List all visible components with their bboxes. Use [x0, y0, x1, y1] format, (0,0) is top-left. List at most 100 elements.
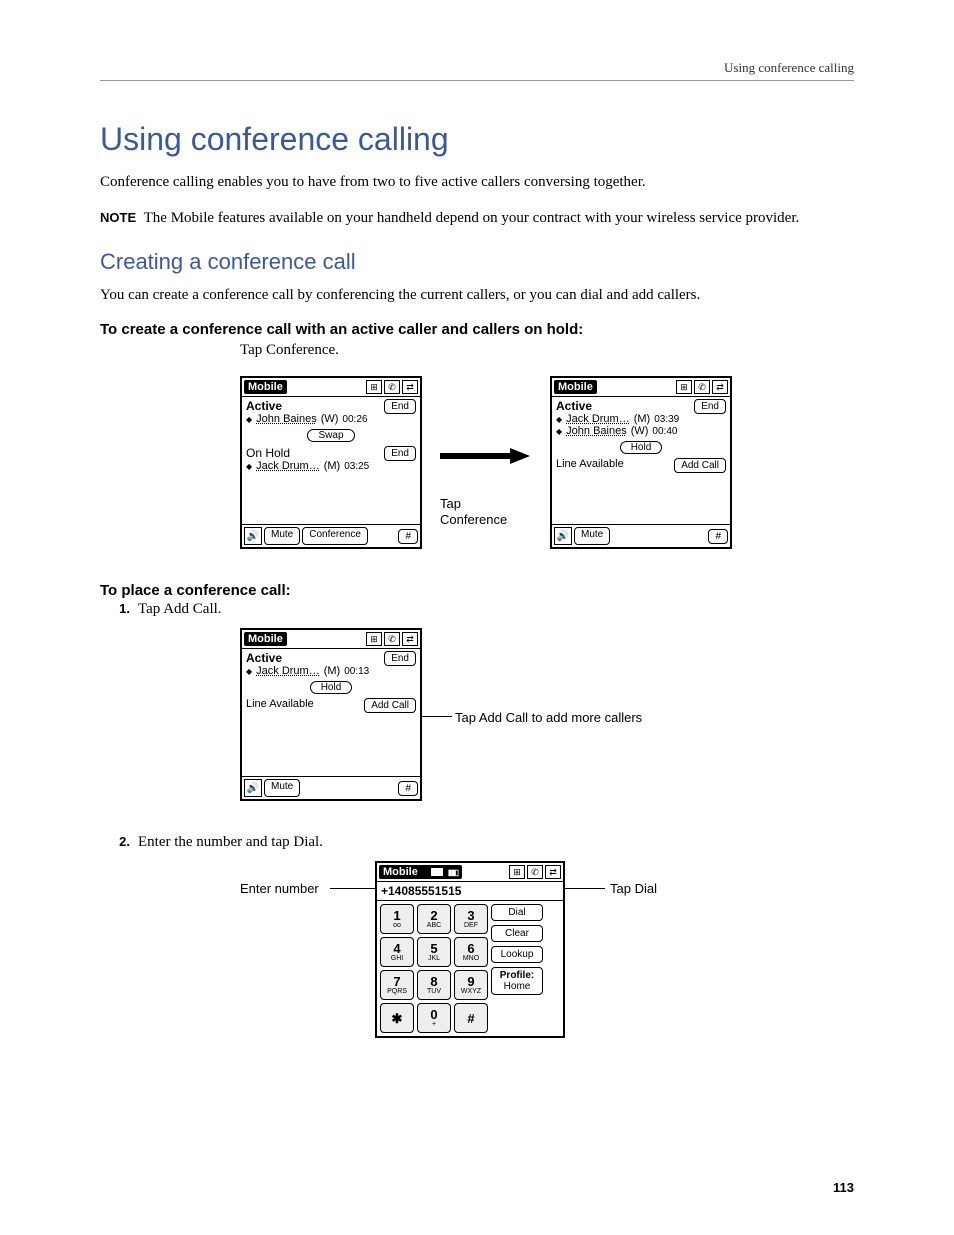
pound-button[interactable]: #	[398, 529, 418, 544]
incoming-icon	[556, 425, 562, 437]
line-available-label: Line Available	[556, 458, 624, 470]
note-paragraph: NOTE The Mobile features available on yo…	[100, 208, 854, 228]
screen-after-conference: Mobile ⊞ ✆ ⇄ Active Jack Drum… (M) 0	[550, 376, 732, 549]
battery-icon	[422, 867, 444, 877]
app-title: Mobile	[379, 865, 462, 879]
arrow-label: Tap Conference	[440, 496, 530, 527]
speaker-icon[interactable]: 🔊	[244, 779, 262, 797]
sync-icon: ⇄	[402, 380, 418, 394]
caller-name: Jack Drum…	[256, 665, 320, 677]
pound-button[interactable]: #	[708, 529, 728, 544]
speaker-icon[interactable]: 🔊	[554, 527, 572, 545]
keypad-key[interactable]: 2ABC	[417, 904, 451, 934]
keypad-key[interactable]: 8TUV	[417, 970, 451, 1000]
caller-1-name: Jack Drum…	[566, 413, 630, 425]
add-call-button[interactable]: Add Call	[674, 458, 726, 473]
step-2-number: 2.	[100, 834, 138, 851]
swap-button[interactable]: Swap	[307, 429, 354, 442]
mute-button[interactable]: Mute	[264, 779, 300, 797]
hold-button[interactable]: Hold	[310, 681, 353, 694]
keypad-key[interactable]: 9WXYZ	[454, 970, 488, 1000]
dial-button[interactable]: Dial	[491, 904, 543, 921]
status-icons: ⊞ ✆ ⇄	[366, 380, 418, 394]
enter-number-annotation: Enter number	[240, 881, 319, 897]
outgoing-icon	[246, 665, 252, 677]
line-available-label: Line Available	[246, 698, 314, 710]
keypad-key[interactable]: ✱	[380, 1003, 414, 1033]
app-title: Mobile	[554, 380, 597, 394]
caller-2-name: John Baines	[566, 425, 627, 437]
active-timer: 00:26	[342, 414, 367, 425]
keypad-key[interactable]: 7PQRS	[380, 970, 414, 1000]
screen-dialpad: Mobile ⊞ ✆ ⇄ +14085551515 1ᴏᴏ2ABC3DEF4GH…	[375, 861, 565, 1038]
keypad-key[interactable]: 6MNO	[454, 937, 488, 967]
active-label: Active	[556, 399, 679, 413]
keypad-key[interactable]: 0+	[417, 1003, 451, 1033]
clear-button[interactable]: Clear	[491, 925, 543, 942]
keypad[interactable]: 1ᴏᴏ2ABC3DEF 4GHI5JKL6MNO 7PQRS8TUV9WXYZ ✱0+…	[377, 901, 491, 1036]
outgoing-icon	[246, 460, 252, 472]
active-caller-suffix: (W)	[321, 413, 339, 425]
task-1-step: Tap Conference.	[240, 340, 854, 360]
phone-icon: ✆	[384, 380, 400, 394]
keypad-key[interactable]: 1ᴏᴏ	[380, 904, 414, 934]
mute-button[interactable]: Mute	[574, 527, 610, 545]
keypad-key[interactable]: 4GHI	[380, 937, 414, 967]
task-2-heading: To place a conference call:	[100, 582, 854, 599]
grid-icon: ⊞	[366, 380, 382, 394]
incoming-icon	[246, 413, 252, 425]
note-label: NOTE	[100, 210, 136, 225]
profile-button[interactable]: Profile:Home	[491, 967, 543, 995]
add-call-annotation: Tap Add Call to add more callers	[455, 710, 642, 726]
active-label: Active	[246, 399, 367, 413]
grid-icon: ⊞	[676, 380, 692, 394]
keypad-key[interactable]: 5JKL	[417, 937, 451, 967]
end-button[interactable]: End	[384, 399, 416, 414]
screen-before-conference: Mobile ⊞ ✆ ⇄ Active John Baines (W)	[240, 376, 422, 549]
intro-paragraph: Conference calling enables you to have f…	[100, 172, 854, 192]
end-button[interactable]: End	[384, 446, 416, 461]
active-label: Active	[246, 651, 369, 665]
sync-icon: ⇄	[402, 632, 418, 646]
status-icons: ⊞ ✆ ⇄	[676, 380, 728, 394]
dialed-number: +14085551515	[377, 882, 563, 901]
lookup-button[interactable]: Lookup	[491, 946, 543, 963]
step-1-text: Tap Add Call.	[138, 601, 222, 618]
tap-dial-annotation: Tap Dial	[610, 881, 657, 897]
end-button[interactable]: End	[694, 399, 726, 414]
keypad-key[interactable]: #	[454, 1003, 488, 1033]
conference-button[interactable]: Conference	[302, 527, 368, 545]
onhold-label: On Hold	[246, 446, 369, 460]
end-button[interactable]: End	[384, 651, 416, 666]
page-title: Using conference calling	[100, 121, 854, 158]
caller-2-suffix: (W)	[631, 425, 649, 437]
step-1-number: 1.	[100, 601, 138, 618]
speaker-icon[interactable]: 🔊	[244, 527, 262, 545]
running-header: Using conference calling	[100, 60, 854, 81]
caller-1-suffix: (M)	[634, 413, 651, 425]
caller-timer: 00:13	[344, 666, 369, 677]
leader-line	[565, 888, 605, 889]
pound-button[interactable]: #	[398, 781, 418, 796]
arrow-icon	[440, 446, 530, 466]
add-call-button[interactable]: Add Call	[364, 698, 416, 713]
mute-button[interactable]: Mute	[264, 527, 300, 545]
keypad-key[interactable]: 3DEF	[454, 904, 488, 934]
outgoing-icon	[556, 413, 562, 425]
step-2-text: Enter the number and tap Dial.	[138, 834, 323, 851]
leader-line	[422, 716, 452, 717]
phone-icon: ✆	[527, 865, 543, 879]
phone-icon: ✆	[694, 380, 710, 394]
hold-button[interactable]: Hold	[620, 441, 663, 454]
caller-1-timer: 03:39	[654, 414, 679, 425]
hold-caller-suffix: (M)	[324, 460, 341, 472]
caller-suffix: (M)	[324, 665, 341, 677]
grid-icon: ⊞	[366, 632, 382, 646]
status-icons: ⊞ ✆ ⇄	[366, 632, 418, 646]
task-1-heading: To create a conference call with an acti…	[100, 321, 854, 338]
screen-add-call: Mobile ⊞ ✆ ⇄ Active Jack Drum… (M) 0	[240, 628, 422, 801]
signal-icon	[448, 866, 458, 878]
hold-caller-name: Jack Drum…	[256, 460, 320, 472]
app-title: Mobile	[244, 380, 287, 394]
app-title: Mobile	[244, 632, 287, 646]
